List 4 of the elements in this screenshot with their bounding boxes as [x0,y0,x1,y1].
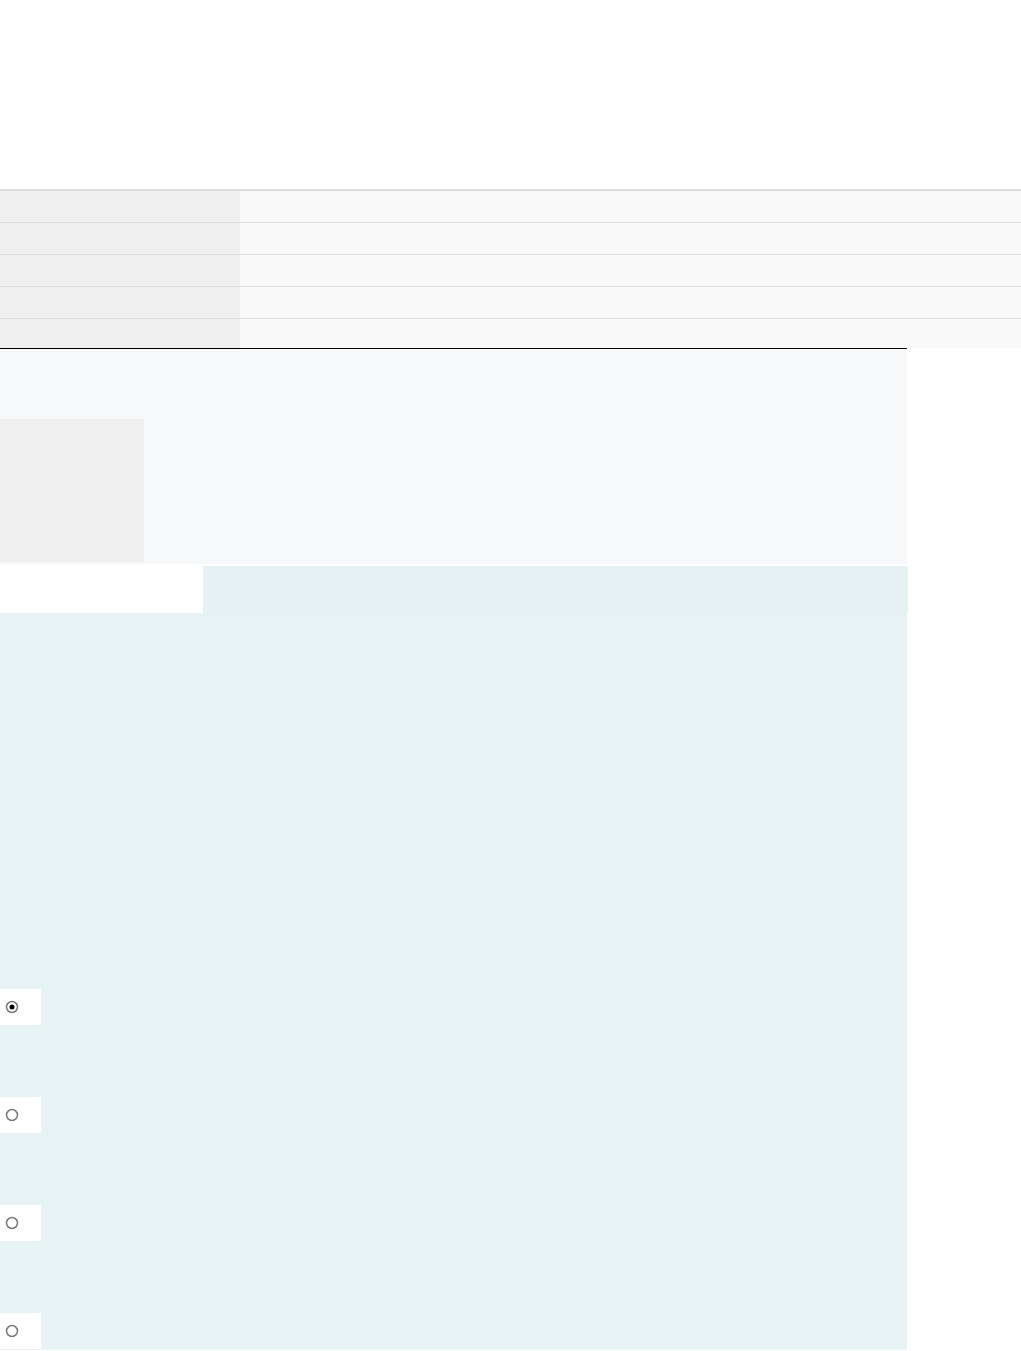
radio-button[interactable] [5,1216,19,1230]
radio-button[interactable] [5,1000,19,1014]
radio-button[interactable] [5,1108,19,1122]
radio-button[interactable] [5,1324,19,1338]
